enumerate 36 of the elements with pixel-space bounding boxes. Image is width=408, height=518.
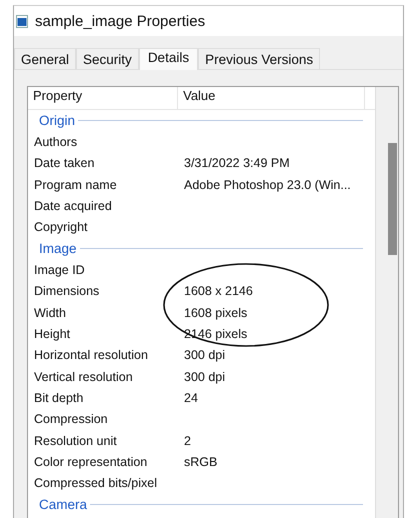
window-title: sample_image Properties — [35, 12, 206, 30]
scrollbar[interactable] — [375, 87, 398, 518]
property-name: Date acquired — [34, 199, 112, 214]
property-name: Vertical resolution — [34, 370, 133, 384]
property-value: 1608 pixels — [184, 306, 248, 320]
property-name: Width — [34, 306, 66, 320]
group-heading: Origin — [39, 113, 76, 128]
property-name: Compressed bits/pixel — [34, 476, 157, 490]
property-name: Image ID — [34, 263, 85, 278]
tab[interactable]: Previous Versions — [198, 48, 320, 69]
property-name: Horizontal resolution — [34, 348, 148, 362]
tab[interactable]: General — [14, 48, 76, 69]
property-name: Program name — [34, 178, 117, 192]
property-name: Compression — [34, 412, 108, 426]
property-value: 1608 x 2146 — [184, 284, 253, 298]
property-value: 300 dpi — [184, 348, 226, 362]
property-value: 24 — [184, 390, 198, 405]
property-value: 300 dpi — [184, 370, 226, 384]
property-value: Adobe Photoshop 23.0 (Win... — [184, 178, 351, 192]
column-header[interactable]: Property — [28, 87, 178, 109]
property-value: sRGB — [184, 454, 218, 469]
property-name: Dimensions — [34, 284, 100, 298]
property-name: Date taken — [34, 156, 94, 170]
tab[interactable]: Details — [138, 48, 198, 70]
property-value: 2 — [184, 434, 191, 448]
property-name: Bit depth — [34, 390, 84, 405]
group-heading: Image — [39, 241, 77, 256]
group-heading: Camera — [39, 497, 88, 512]
property-name: Height — [34, 327, 70, 342]
property-name: Copyright — [34, 220, 88, 234]
tab[interactable]: Security — [76, 48, 139, 69]
property-name: Resolution unit — [34, 434, 117, 448]
property-name: Authors — [34, 135, 78, 150]
column-header[interactable]: Value — [178, 87, 365, 109]
property-value: 3/31/2022 3:49 PM — [184, 156, 290, 170]
property-name: Color representation — [34, 454, 148, 469]
